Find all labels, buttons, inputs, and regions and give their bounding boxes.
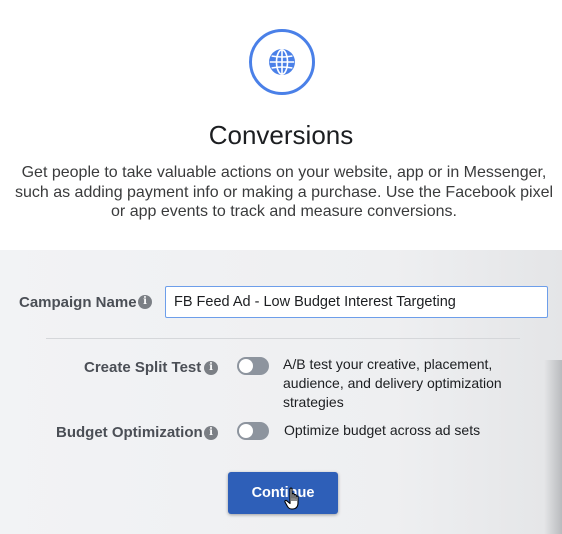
budget-optimization-description: Optimize budget across ad sets xyxy=(284,422,481,438)
budget-optimization-label: Budget Optimization xyxy=(56,424,203,441)
split-test-description-line: audience, and delivery optimization xyxy=(283,375,502,391)
split-test-info-icon[interactable]: i xyxy=(204,361,218,375)
objective-description-line: Get people to take valuable actions on y… xyxy=(21,164,547,181)
budget-optimization-toggle[interactable] xyxy=(237,422,269,440)
objective-icon-circle xyxy=(249,29,315,95)
split-test-label: Create Split Test xyxy=(84,359,202,376)
toggle-knob xyxy=(239,359,253,373)
budget-optimization-info-icon[interactable]: i xyxy=(204,426,218,440)
hand-cursor-icon xyxy=(284,487,299,510)
objective-description: Get people to take valuable actions on y… xyxy=(0,163,562,222)
toggle-knob xyxy=(239,424,253,438)
section-divider xyxy=(46,338,520,339)
campaign-name-input[interactable] xyxy=(165,286,548,318)
continue-button[interactable]: Continue xyxy=(228,472,338,514)
split-test-description: A/B test your creative, placement, audie… xyxy=(283,355,502,412)
objective-title: Conversions xyxy=(208,120,354,150)
campaign-name-label: Campaign Name xyxy=(19,294,137,311)
split-test-toggle[interactable] xyxy=(237,357,269,375)
campaign-name-info-icon[interactable]: i xyxy=(138,295,152,309)
split-test-description-line: strategies xyxy=(283,394,344,410)
objective-header: Conversions Get people to take valuable … xyxy=(0,0,562,250)
panel-edge-shadow xyxy=(544,360,562,534)
split-test-description-line: A/B test your creative, placement, xyxy=(283,356,493,372)
globe-icon xyxy=(269,49,295,75)
objective-description-line: such as adding payment info or making a … xyxy=(14,183,554,201)
objective-description-line: or app events to track and measure conve… xyxy=(111,203,457,220)
